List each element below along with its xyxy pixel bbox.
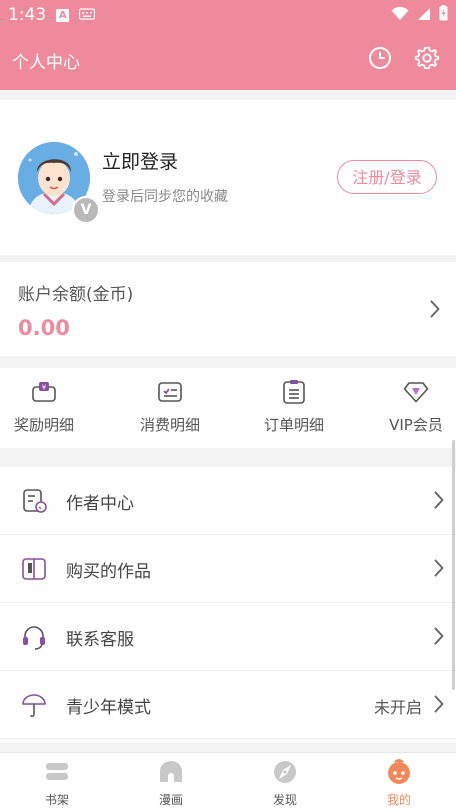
- nav-label: 书架: [44, 793, 69, 807]
- keyboard-icon: [79, 5, 96, 25]
- menu-item-status: 未开启: [373, 698, 422, 717]
- notification-a-icon: A: [56, 8, 70, 22]
- page-title: 个人中心: [12, 52, 80, 73]
- chevron-right-icon: [434, 559, 444, 581]
- quick-link-label: VIP会员: [389, 416, 443, 434]
- register-login-button[interactable]: 注册/登录: [337, 160, 437, 194]
- quick-link-label: 消费明细: [139, 416, 200, 434]
- svg-text:¥: ¥: [42, 384, 47, 392]
- user-card: V 立即登录 登录后同步您的收藏 注册/登录: [0, 100, 456, 255]
- menu-item-label: 购买的作品: [66, 562, 151, 582]
- menu-item-contact-support[interactable]: 联系客服: [0, 603, 456, 671]
- bottom-nav: 书架 漫画 发现 我的: [0, 752, 456, 812]
- quick-link-label: 奖励明细: [13, 416, 74, 434]
- nav-label: 发现: [272, 793, 297, 807]
- nav-label: 我的: [386, 793, 411, 807]
- balance-label: 账户余额(金币): [18, 285, 134, 305]
- quick-link-order[interactable]: 订单明细: [244, 380, 344, 435]
- quick-links: ¥ 奖励明细 消费明细 订单明细 VIP会员: [0, 368, 456, 448]
- chevron-right-icon: [434, 695, 444, 717]
- purchased-icon: [20, 555, 48, 583]
- nav-label: 漫画: [158, 793, 183, 807]
- wifi-icon: [391, 6, 409, 25]
- menu-item-purchased-works[interactable]: 购买的作品: [0, 535, 456, 603]
- quick-link-label: 订单明细: [263, 416, 324, 434]
- expense-icon: [157, 380, 183, 408]
- umbrella-icon: [20, 691, 48, 719]
- menu-list: 作者中心 购买的作品 联系客服 青少年模式 未开启: [0, 467, 456, 742]
- status-time: 1:43: [8, 5, 47, 25]
- battery-icon: [439, 5, 448, 25]
- comic-icon: [157, 761, 185, 789]
- menu-item-author-center[interactable]: 作者中心: [0, 467, 456, 535]
- balance-value: 0.00: [18, 316, 70, 340]
- nav-tab-comic[interactable]: 漫画: [136, 759, 206, 808]
- headset-icon: [20, 623, 48, 651]
- login-title[interactable]: 立即登录: [102, 147, 178, 174]
- nav-tab-discover[interactable]: 发现: [250, 759, 320, 808]
- signal-icon: [417, 6, 431, 25]
- order-icon: [282, 379, 306, 409]
- scrollbar[interactable]: [452, 440, 455, 690]
- chevron-right-icon: [430, 300, 440, 322]
- gear-icon[interactable]: [414, 45, 440, 75]
- chevron-right-icon: [434, 491, 444, 513]
- menu-item-teen-mode[interactable]: 青少年模式 未开启: [0, 671, 456, 739]
- menu-item-label: 联系客服: [66, 630, 134, 650]
- nav-tab-profile[interactable]: 我的: [364, 759, 434, 808]
- quick-link-vip[interactable]: VIP会员: [366, 380, 456, 435]
- vip-badge: V: [72, 196, 100, 224]
- quick-link-expense[interactable]: 消费明细: [120, 380, 220, 435]
- balance-card[interactable]: 账户余额(金币) 0.00: [0, 262, 456, 356]
- clock-icon[interactable]: [368, 46, 392, 74]
- menu-item-label: 青少年模式: [66, 698, 151, 718]
- status-bar: 1:43 A: [0, 0, 456, 30]
- login-subtitle: 登录后同步您的收藏: [102, 189, 228, 205]
- header-bar: 个人中心: [0, 30, 456, 90]
- menu-item-label: 作者中心: [66, 494, 134, 514]
- bookshelf-icon: [43, 763, 71, 789]
- diamond-icon: [403, 381, 429, 407]
- profile-icon: [385, 759, 413, 789]
- discover-icon: [271, 761, 299, 789]
- reward-icon: ¥: [31, 380, 57, 408]
- quick-link-reward[interactable]: ¥ 奖励明细: [0, 380, 94, 435]
- chevron-right-icon: [434, 627, 444, 649]
- nav-tab-bookshelf[interactable]: 书架: [22, 759, 92, 808]
- author-icon: [20, 487, 48, 515]
